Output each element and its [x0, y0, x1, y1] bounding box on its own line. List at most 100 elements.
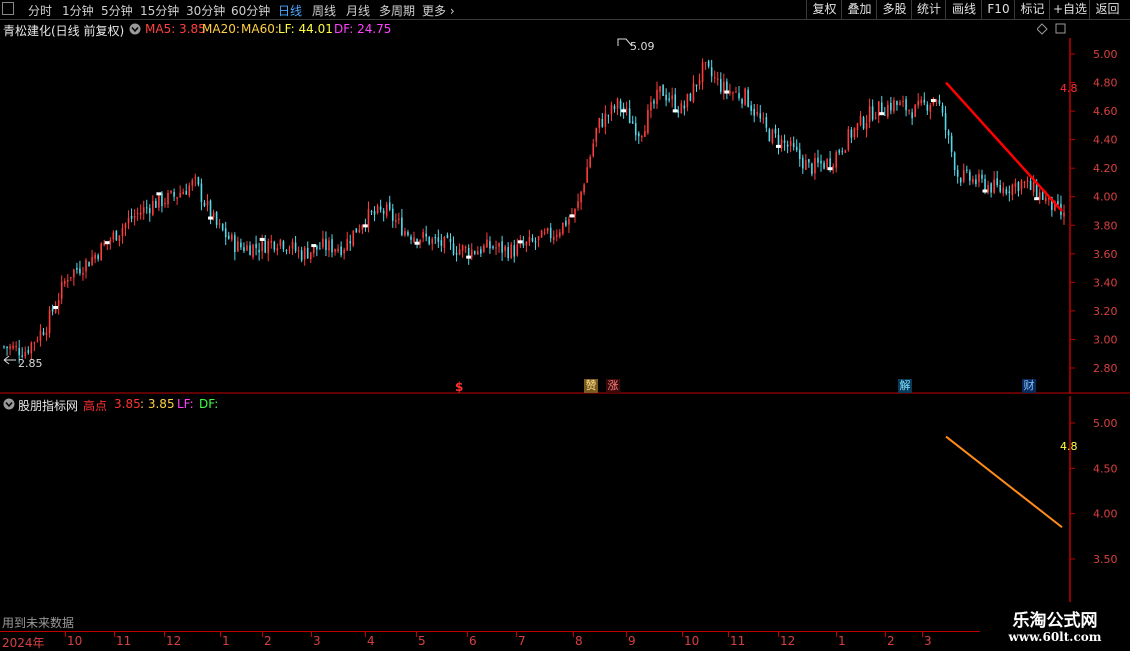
candle-body	[477, 251, 479, 255]
event-marker-dollar[interactable]: $	[455, 380, 463, 394]
fuquan-button[interactable]: 复权	[806, 0, 842, 19]
candle-body	[893, 100, 895, 112]
candle-body	[197, 177, 200, 185]
year-label: 2024年	[2, 636, 45, 650]
candle-body	[325, 239, 327, 251]
period-tab-daily[interactable]: 日线	[278, 2, 302, 19]
candle-body	[865, 123, 868, 130]
candle-body	[382, 210, 385, 214]
candle-body	[355, 228, 358, 233]
period-tab-intraday[interactable]: 分时	[28, 2, 52, 19]
watermark-url: www.60lt.com	[1008, 630, 1102, 644]
candle-body	[565, 220, 567, 226]
multi-stock-button[interactable]: 多股	[876, 0, 912, 19]
candle-body	[148, 208, 151, 214]
period-toolbar: 分时 1分钟 5分钟 15分钟 30分钟 60分钟 日线 周线 月线 多周期 更…	[0, 0, 1130, 20]
period-tab-monthly[interactable]: 月线	[346, 2, 370, 19]
month-label: 11	[730, 634, 746, 648]
high-label: 5.09	[630, 40, 655, 53]
back-button[interactable]: 返回	[1089, 0, 1125, 19]
doji-marker	[414, 241, 420, 245]
period-tab-more[interactable]: 更多 ›	[422, 2, 455, 19]
period-tab-15min[interactable]: 15分钟	[140, 2, 179, 19]
period-tab-multi[interactable]: 多周期	[379, 2, 415, 19]
candle-body	[1020, 180, 1023, 190]
candle-body	[665, 94, 667, 101]
doji-marker	[724, 90, 730, 94]
candle-body	[97, 255, 99, 259]
f10-button[interactable]: F10	[981, 0, 1015, 19]
candle-body	[537, 236, 540, 241]
candle-body	[950, 135, 953, 152]
candle-body	[237, 241, 239, 252]
mark-button[interactable]: 标记	[1014, 0, 1050, 19]
month-label: 3	[313, 634, 321, 648]
doji-marker	[775, 144, 781, 148]
candle-body	[856, 123, 859, 131]
doji-marker	[879, 112, 885, 116]
candle-body	[109, 240, 112, 242]
event-marker-jie[interactable]: 解	[898, 379, 912, 393]
candle-body	[738, 93, 740, 99]
candle-body	[337, 248, 339, 252]
event-marker-zan[interactable]: 赞	[584, 379, 598, 393]
statistics-button[interactable]: 统计	[911, 0, 946, 19]
month-tick	[836, 632, 837, 637]
doji-marker	[930, 99, 936, 103]
candle-body	[401, 217, 403, 236]
period-tab-1min[interactable]: 1分钟	[62, 2, 94, 19]
period-tab-60min[interactable]: 60分钟	[231, 2, 270, 19]
candle-body	[972, 178, 974, 183]
candle-body	[805, 160, 807, 170]
month-tick	[682, 632, 683, 637]
sub-indicator-line	[945, 435, 1063, 529]
candle-body	[607, 115, 610, 117]
menu-square-icon[interactable]	[2, 2, 14, 15]
indicator-dropdown-icon[interactable]	[129, 23, 141, 35]
candlestick-chart[interactable]: 5.00 4.80 4.60 4.40 4.20 4.00 3.80 3.60 3.40 3.20…	[0, 38, 1130, 394]
sub-y-tick-label: 4.00	[1093, 508, 1118, 521]
candle-body	[859, 115, 862, 125]
overlay-button[interactable]: 叠加	[841, 0, 877, 19]
candle-body	[486, 239, 488, 248]
main-y-tick-label: 3.40	[1093, 276, 1118, 289]
period-tab-30min[interactable]: 30分钟	[186, 2, 225, 19]
event-marker-cai[interactable]: 财	[1022, 379, 1036, 393]
candle-body	[783, 140, 786, 143]
period-tab-5min[interactable]: 5分钟	[101, 2, 133, 19]
doji-marker	[208, 216, 214, 220]
event-marker-zhang[interactable]: 涨	[606, 379, 620, 393]
candle-body	[917, 101, 920, 106]
high-marker: 5.09	[617, 38, 655, 53]
candle-body	[395, 220, 397, 222]
candle-body	[309, 252, 312, 260]
candle-body	[513, 245, 516, 257]
candle-body	[495, 247, 497, 249]
candle-body	[941, 105, 944, 113]
candle-body	[470, 249, 473, 258]
doji-marker	[259, 237, 265, 241]
sub-indicator-chart[interactable]: 5.00 4.50 4.00 3.50 4.8	[0, 396, 1130, 631]
candle-body	[30, 342, 33, 354]
period-tab-weekly[interactable]: 周线	[312, 2, 336, 19]
candle-body	[583, 184, 585, 193]
candle-body	[1032, 182, 1035, 192]
draw-line-button[interactable]: 画线	[945, 0, 982, 19]
candle-body	[410, 236, 412, 240]
candle-body	[194, 176, 197, 179]
candle-body	[844, 149, 847, 153]
candle-body	[555, 235, 558, 237]
candle-body	[814, 158, 816, 174]
candle-body	[461, 245, 464, 251]
candle-body	[9, 346, 11, 349]
add-watchlist-button[interactable]: +自选	[1049, 0, 1090, 19]
candle-body	[185, 190, 188, 195]
candle-body	[449, 238, 452, 243]
candle-body	[480, 249, 482, 254]
month-label: 12	[780, 634, 796, 648]
doji-marker	[827, 167, 833, 171]
candle-body	[431, 238, 434, 244]
candle-body	[546, 228, 549, 232]
candle-body	[698, 80, 701, 85]
candle-body	[422, 232, 424, 238]
